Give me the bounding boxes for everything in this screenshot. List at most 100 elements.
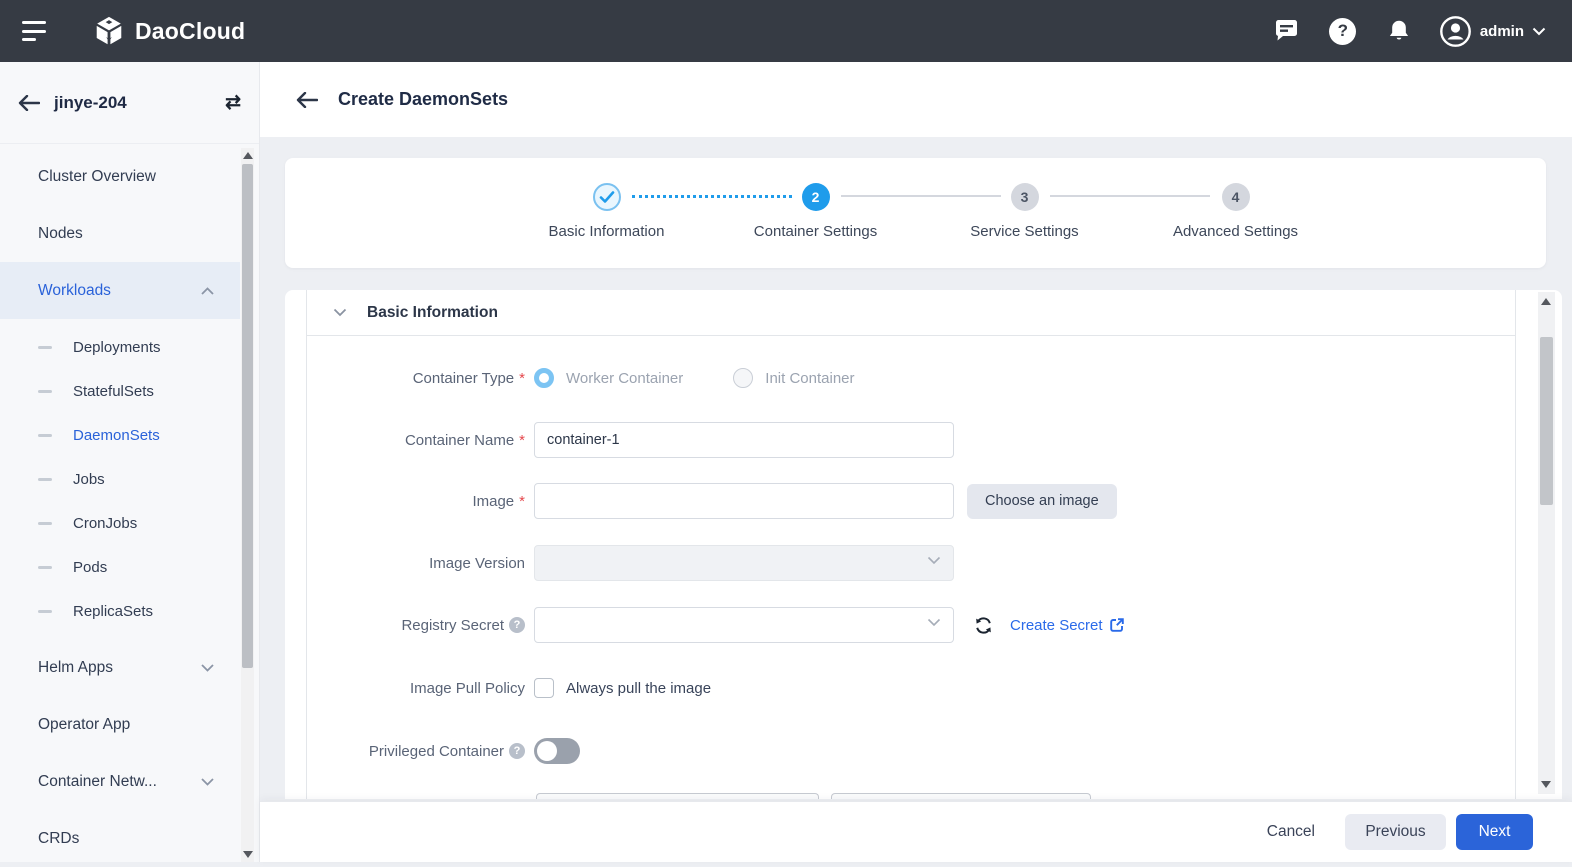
scroll-down-arrow[interactable] <box>1541 781 1551 788</box>
step-service-settings[interactable]: 3 Service Settings <box>920 183 1129 240</box>
help-tooltip-icon[interactable]: ? <box>509 617 525 633</box>
required-asterisk: * <box>519 493 525 510</box>
sidebar-item-jobs[interactable]: Jobs <box>0 457 240 501</box>
sidebar-header: jinye-204 ⇄ <box>0 62 259 144</box>
sidebar: jinye-204 ⇄ Cluster Overview Nodes Workl… <box>0 62 260 862</box>
daocloud-logo-icon <box>92 14 126 48</box>
field-container-name: Container Name * <box>307 422 954 458</box>
field-label: Registry Secret <box>401 617 504 634</box>
sidebar-item-pods[interactable]: Pods <box>0 545 240 589</box>
step-number: 4 <box>1222 183 1250 211</box>
section-header[interactable]: Basic Information <box>307 290 1515 336</box>
field-image-version: Image Version <box>307 545 954 581</box>
brand-logo[interactable]: DaoCloud <box>92 14 245 48</box>
question-mark-glyph: ? <box>1329 18 1356 45</box>
switch-cluster-icon[interactable]: ⇄ <box>225 91 241 114</box>
dash-icon <box>38 478 52 481</box>
field-label: Image Pull Policy <box>410 680 525 697</box>
privileged-toggle[interactable] <box>534 738 580 764</box>
partial-input-box <box>536 793 819 799</box>
field-label: Image Version <box>429 555 525 572</box>
dash-icon <box>38 434 52 437</box>
cancel-button[interactable]: Cancel <box>1267 823 1315 841</box>
sidebar-item-daemonsets[interactable]: DaemonSets <box>0 413 240 457</box>
radio-selected-icon <box>534 368 554 388</box>
partial-input-box <box>831 793 1091 799</box>
dash-icon <box>38 522 52 525</box>
page-header: Create DaemonSets <box>260 62 1572 137</box>
chevron-down-icon <box>927 618 941 627</box>
chevron-down-icon <box>927 556 941 565</box>
checkbox-label[interactable]: Always pull the image <box>566 680 711 697</box>
sidebar-item-operator-app[interactable]: Operator App <box>0 696 240 753</box>
user-menu[interactable]: admin <box>1439 15 1546 48</box>
sidebar-item-helm-apps[interactable]: Helm Apps <box>0 639 240 696</box>
next-button[interactable]: Next <box>1456 814 1533 850</box>
step-number: 3 <box>1011 183 1039 211</box>
radio-init-container[interactable]: Init Container <box>733 368 854 388</box>
scroll-up-arrow[interactable] <box>1541 298 1551 305</box>
registry-secret-select[interactable] <box>534 607 954 643</box>
sidebar-item-container-network[interactable]: Container Netw... <box>0 753 240 810</box>
always-pull-checkbox[interactable] <box>534 678 554 698</box>
sidebar-item-crds[interactable]: CRDs <box>0 810 240 867</box>
choose-image-button[interactable]: Choose an image <box>967 484 1117 519</box>
radio-worker-container[interactable]: Worker Container <box>534 368 683 388</box>
refresh-icon[interactable] <box>973 615 994 636</box>
field-container-type: Container Type * Worker Container Init Co… <box>307 360 855 396</box>
chevron-down-icon <box>1532 27 1546 36</box>
scroll-down-arrow[interactable] <box>243 851 253 858</box>
notifications-bell-icon[interactable] <box>1383 15 1415 47</box>
container-name-input[interactable] <box>534 422 954 458</box>
field-image: Image * Choose an image <box>307 483 1117 519</box>
help-icon[interactable]: ? <box>1327 15 1359 47</box>
field-label: Image <box>472 493 514 510</box>
sidebar-item-cronjobs[interactable]: CronJobs <box>0 501 240 545</box>
top-bar: DaoCloud ? admin <box>0 0 1572 62</box>
chat-icon[interactable] <box>1271 15 1303 47</box>
field-privileged-container: Privileged Container ? <box>307 733 580 769</box>
chevron-down-icon <box>201 664 214 672</box>
field-label: Container Name <box>405 432 514 449</box>
page-title: Create DaemonSets <box>338 89 508 110</box>
scroll-up-arrow[interactable] <box>243 152 253 159</box>
field-label: Privileged Container <box>369 743 504 760</box>
sidebar-item-cluster-overview[interactable]: Cluster Overview <box>0 148 240 205</box>
avatar-icon <box>1439 15 1472 48</box>
dash-icon <box>38 566 52 569</box>
image-input[interactable] <box>534 483 954 519</box>
step-advanced-settings[interactable]: 4 Advanced Settings <box>1131 183 1340 240</box>
toggle-knob <box>537 741 557 761</box>
sidebar-item-replicasets[interactable]: ReplicaSets <box>0 589 240 633</box>
sidebar-item-statefulsets[interactable]: StatefulSets <box>0 369 240 413</box>
sidebar-item-deployments[interactable]: Deployments <box>0 325 240 369</box>
wizard-stepper: Basic Information 2 Container Settings 3… <box>285 158 1546 268</box>
dash-icon <box>38 610 52 613</box>
field-image-pull-policy: Image Pull Policy Always pull the image <box>307 670 711 706</box>
back-arrow-icon[interactable] <box>18 95 40 111</box>
collapse-chevron-icon[interactable] <box>333 308 347 317</box>
image-version-select[interactable] <box>534 545 954 581</box>
step-number: 2 <box>802 183 830 211</box>
required-asterisk: * <box>519 370 525 387</box>
basic-information-panel: Basic Information Container Type * Worker… <box>306 290 1516 799</box>
content-scrollbar[interactable] <box>1538 292 1555 794</box>
scrollbar-thumb[interactable] <box>1540 337 1553 505</box>
step-basic-information[interactable]: Basic Information <box>502 183 711 240</box>
cluster-name: jinye-204 <box>54 93 127 113</box>
field-label: Container Type <box>413 370 514 387</box>
required-asterisk: * <box>519 432 525 449</box>
dash-icon <box>38 390 52 393</box>
scrollbar-thumb[interactable] <box>242 164 253 668</box>
wizard-footer: Cancel Previous Next <box>260 801 1572 862</box>
hamburger-menu-icon[interactable] <box>22 21 48 41</box>
create-secret-link[interactable]: Create Secret <box>1010 617 1125 634</box>
help-tooltip-icon[interactable]: ? <box>509 743 525 759</box>
step-container-settings[interactable]: 2 Container Settings <box>711 183 920 240</box>
previous-button[interactable]: Previous <box>1345 814 1446 850</box>
username-label: admin <box>1480 23 1524 40</box>
sidebar-scrollbar[interactable] <box>241 148 254 862</box>
sidebar-item-workloads[interactable]: Workloads <box>0 262 240 319</box>
sidebar-item-nodes[interactable]: Nodes <box>0 205 240 262</box>
page-back-arrow-icon[interactable] <box>296 92 318 108</box>
